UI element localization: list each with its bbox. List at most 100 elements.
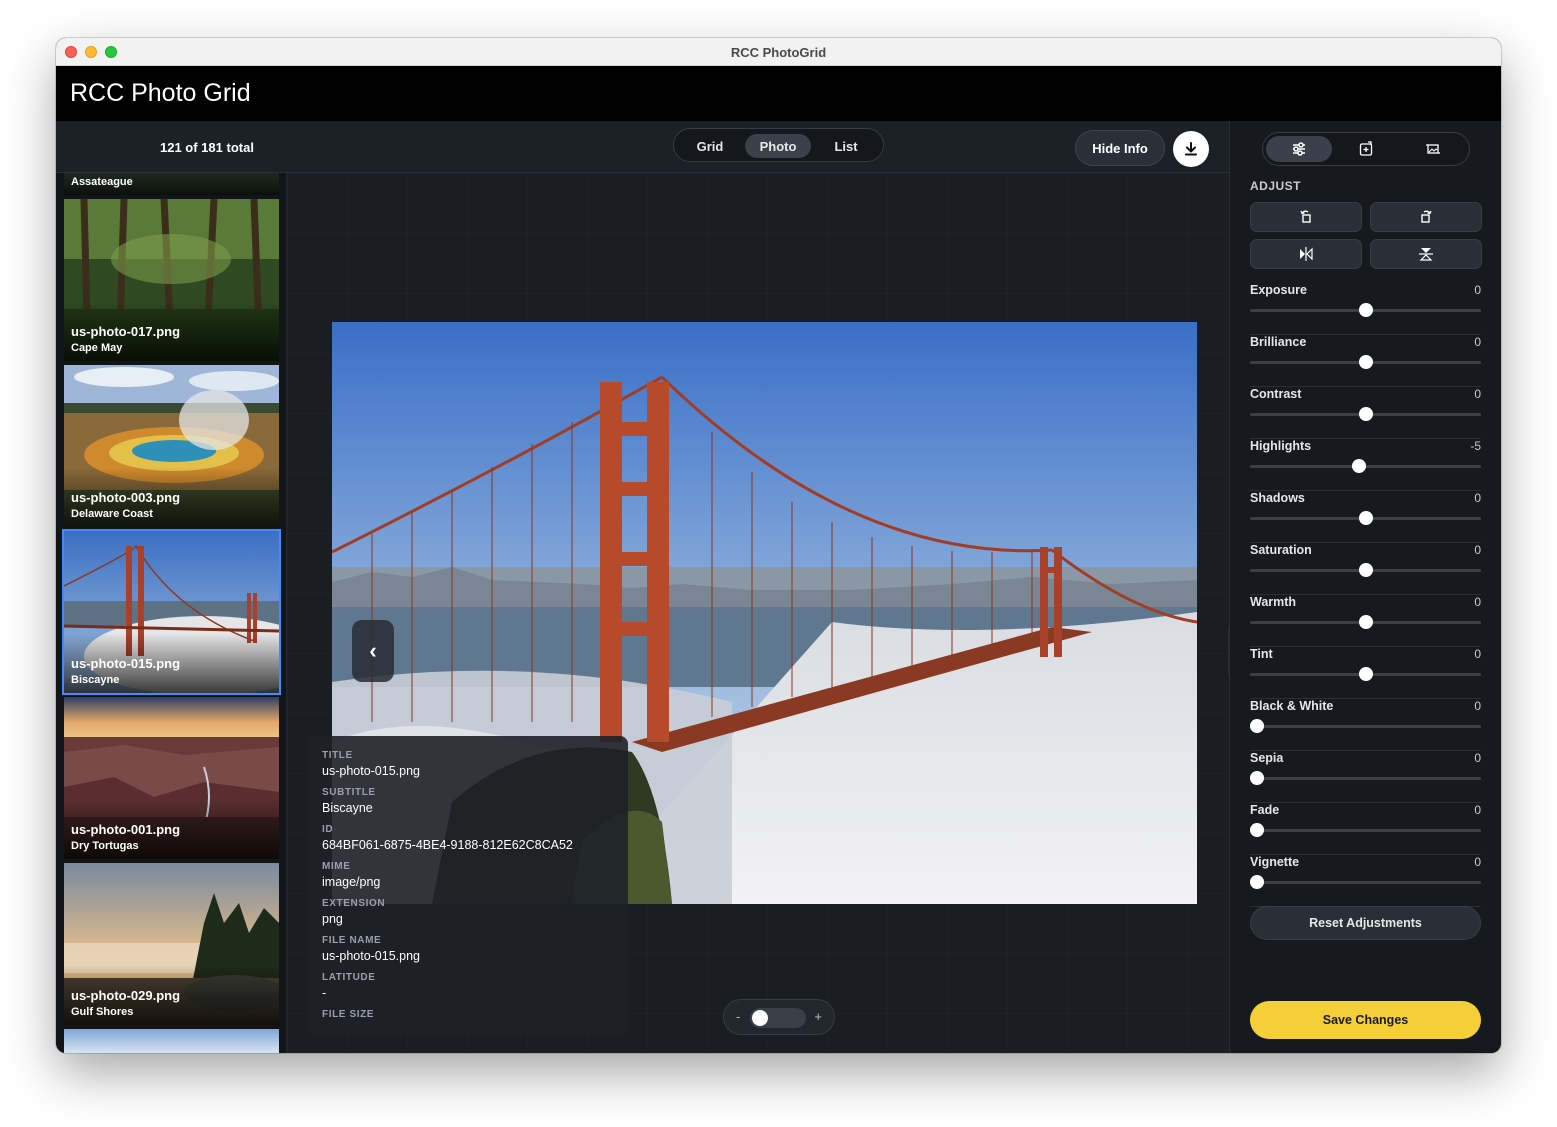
info-panel: TITLE us-photo-015.png SUBTITLE Biscayne… [308, 736, 628, 1036]
slider-row: Black & White 0 [1249, 699, 1481, 751]
highlights-slider-knob[interactable] [1351, 459, 1366, 473]
thumbnail-item[interactable]: us-photo-003.png Delaware Coast [64, 365, 279, 527]
app-window: RCC PhotoGrid RCC Photo Grid 121 of 181 … [56, 38, 1501, 1053]
slider-label: Vignette [1250, 855, 1300, 869]
thumbnail-cut[interactable]: Assateague [64, 173, 279, 195]
panel-tabs [1262, 132, 1470, 166]
download-button[interactable] [1173, 131, 1209, 167]
slider-label: Warmth [1250, 595, 1297, 609]
slider-label: Brilliance [1250, 335, 1307, 349]
thumbnail-filename: us-photo-029.png [71, 988, 181, 1003]
vignette-slider[interactable] [1250, 881, 1481, 884]
black-white-slider[interactable] [1250, 725, 1481, 728]
slider-label: Fade [1250, 803, 1280, 817]
vignette-slider-knob[interactable] [1249, 875, 1264, 889]
info-value: 684BF061-6875-4BE4-9188-812E62C8CA52 [322, 838, 573, 852]
thumbnail-item[interactable]: us-photo-029.png Gulf Shores [64, 863, 279, 1025]
tint-slider-knob[interactable] [1358, 667, 1373, 681]
save-changes-button[interactable]: Save Changes [1250, 1001, 1481, 1039]
rotate-left-button[interactable] [1250, 202, 1362, 232]
brilliance-slider-knob[interactable] [1358, 355, 1373, 369]
reset-adjustments-button[interactable]: Reset Adjustments [1250, 906, 1481, 940]
black-white-slider-knob[interactable] [1249, 719, 1264, 733]
slider-label: Shadows [1250, 491, 1305, 505]
slider-label: Tint [1250, 647, 1273, 661]
info-value: - [322, 986, 327, 1000]
hide-info-button[interactable]: Hide Info [1075, 130, 1165, 166]
thumbnail-item[interactable]: us-photo-001.png Dry Tortugas [64, 697, 279, 859]
contrast-slider-knob[interactable] [1358, 407, 1373, 421]
info-value: image/png [322, 875, 381, 889]
slider-label: Black & White [1250, 699, 1334, 713]
slider-value: 0 [1474, 543, 1481, 557]
zoom-slider-knob[interactable] [752, 1010, 768, 1026]
info-value: Biscayne [322, 801, 373, 815]
thumbnail-filename: us-photo-017.png [71, 324, 181, 339]
slider-value: 0 [1474, 387, 1481, 401]
exposure-slider-knob[interactable] [1358, 303, 1373, 317]
zoom-out-button[interactable]: - [736, 1009, 740, 1024]
rotate-right-button[interactable] [1370, 202, 1482, 232]
slider-value: 0 [1474, 595, 1481, 609]
shadows-slider-knob[interactable] [1358, 511, 1373, 525]
slider-value: 0 [1474, 699, 1481, 713]
thumbnail-cut-bottom[interactable] [64, 1029, 279, 1053]
info-label: ID [322, 824, 334, 835]
zoom-in-button[interactable]: + [814, 1009, 822, 1024]
thumbnail-subtitle: Dry Tortugas [71, 840, 139, 852]
rotate-left-icon [1300, 210, 1311, 223]
app-header: RCC Photo Grid [56, 66, 1501, 121]
sepia-slider-knob[interactable] [1249, 771, 1264, 785]
flip-horizontal-button[interactable] [1250, 239, 1362, 269]
zoom-slider[interactable] [750, 1008, 806, 1028]
title-bar: RCC PhotoGrid [56, 38, 1501, 66]
info-value: us-photo-015.png [322, 764, 420, 778]
previous-photo-button[interactable]: ‹ [352, 620, 394, 682]
fade-slider[interactable] [1250, 829, 1481, 832]
slider-label: Exposure [1250, 283, 1307, 297]
info-label: LATITUDE [322, 972, 376, 983]
thumbnail-item[interactable]: us-photo-017.png Cape May [64, 199, 279, 361]
slider-label: Contrast [1250, 387, 1302, 401]
flip-vertical-button[interactable] [1370, 239, 1482, 269]
slider-value: 0 [1474, 283, 1481, 297]
slider-value: 0 [1474, 647, 1481, 661]
sliders-icon [1293, 142, 1305, 156]
slider-value: 0 [1474, 335, 1481, 349]
tab-adjust[interactable] [1266, 136, 1332, 162]
rotate-right-icon [1421, 210, 1432, 223]
info-label: FILE SIZE [322, 1009, 375, 1020]
info-label: FILE NAME [322, 935, 382, 946]
slider-value: 0 [1474, 803, 1481, 817]
view-switcher: Grid Photo List [673, 128, 884, 162]
tab-add-frame[interactable] [1333, 136, 1399, 162]
image-crop-icon [1426, 144, 1440, 154]
slider-label: Sepia [1250, 751, 1284, 765]
slider-row: Exposure 0 [1250, 283, 1481, 335]
thumbnail-subtitle: Delaware Coast [71, 508, 153, 520]
fade-slider-knob[interactable] [1249, 823, 1264, 837]
view-grid-button[interactable]: Grid [682, 134, 738, 158]
info-label: TITLE [322, 750, 353, 761]
view-list-button[interactable]: List [818, 134, 874, 158]
view-photo-button[interactable]: Photo [745, 134, 811, 158]
thumbnail-subtitle: Biscayne [71, 674, 120, 686]
sepia-slider[interactable] [1250, 777, 1481, 780]
thumbnail-sidebar: Assateague us-photo-017.png Cape May us-… [56, 173, 287, 1053]
thumbnail-filename: us-photo-003.png [71, 490, 181, 505]
slider-row: Saturation 0 [1250, 543, 1481, 595]
window-title: RCC PhotoGrid [730, 45, 827, 60]
tab-crop[interactable] [1400, 136, 1466, 162]
slider-value: 0 [1474, 751, 1481, 765]
download-icon [1185, 142, 1197, 156]
flip-vertical-icon [1419, 248, 1433, 261]
info-value: us-photo-015.png [322, 949, 420, 963]
saturation-slider-knob[interactable] [1358, 563, 1373, 577]
info-label: SUBTITLE [322, 787, 376, 798]
slider-row: Contrast 0 [1250, 387, 1481, 439]
thumbnail-item-selected[interactable]: us-photo-015.png Biscayne [62, 529, 281, 695]
flip-horizontal-icon [1300, 247, 1313, 261]
info-label: MIME [322, 861, 351, 872]
warmth-slider-knob[interactable] [1358, 615, 1373, 629]
thumbnail-subtitle: Gulf Shores [71, 1006, 134, 1018]
